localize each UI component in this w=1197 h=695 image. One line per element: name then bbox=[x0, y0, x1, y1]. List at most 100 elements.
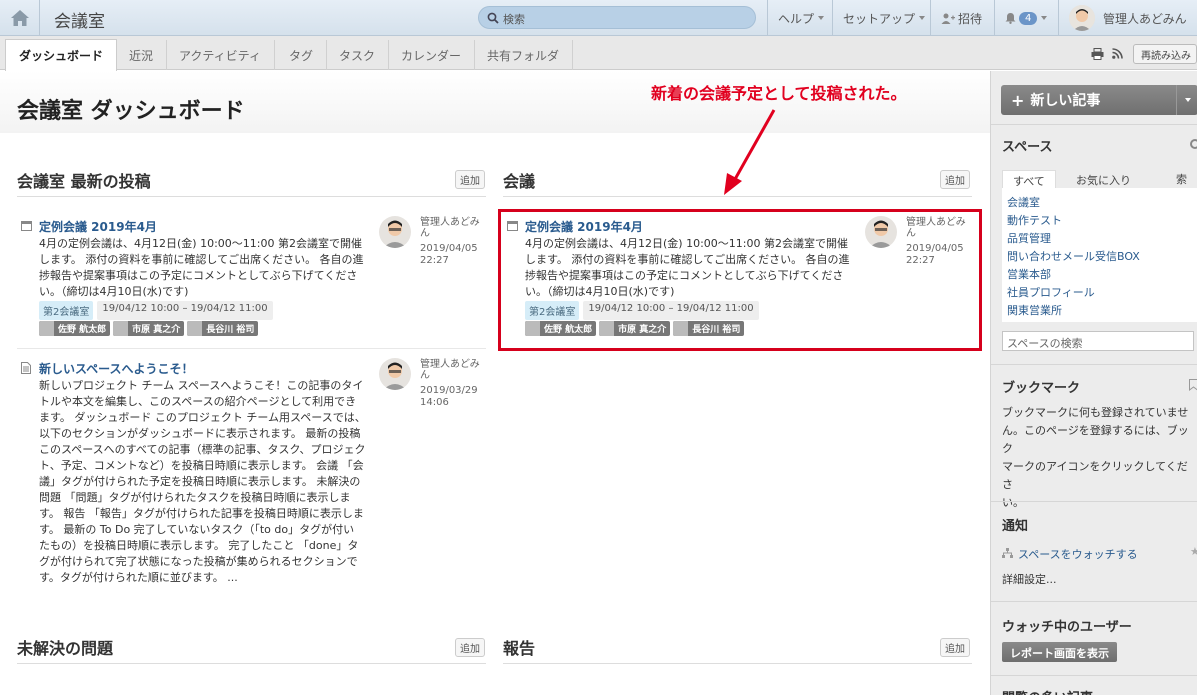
tab-shared-folder[interactable]: 共有フォルダ bbox=[474, 40, 574, 70]
space-link[interactable]: 営業本部 bbox=[1007, 266, 1193, 284]
space-link[interactable]: 関東営業所 bbox=[1007, 302, 1193, 320]
event-tags: 第2会議室 19/04/12 10:00 – 19/04/12 11:00 bbox=[39, 301, 273, 320]
author-avatar[interactable] bbox=[379, 216, 411, 248]
post-body-line: ます。 ダッシュボード このプロジェクト チーム用スペースでは、 bbox=[39, 411, 366, 424]
invite-button[interactable]: 招待 bbox=[930, 0, 992, 36]
divider bbox=[991, 601, 1197, 602]
search-placeholder: 検索 bbox=[503, 13, 525, 26]
bookmarks-text-line: ブックマークに何も登録されていませ bbox=[1002, 406, 1189, 419]
attendee-avatar bbox=[187, 321, 203, 336]
home-icon bbox=[10, 10, 29, 26]
post-body-line: す。 報告 「報告」タグが付けられた記事を投稿日時順に表示しま bbox=[39, 507, 364, 520]
new-article-dropdown[interactable] bbox=[1176, 85, 1197, 115]
space-link[interactable]: 社員プロフィール bbox=[1007, 284, 1193, 302]
tab-recent[interactable]: 近況 bbox=[116, 40, 168, 70]
new-article-button[interactable]: + 新しい記事 bbox=[1001, 85, 1197, 115]
plus-icon: + bbox=[1011, 90, 1025, 110]
invite-label: 招待 bbox=[958, 11, 983, 26]
details-settings-link[interactable]: 詳細設定... bbox=[1002, 571, 1197, 589]
bookmarks-empty-text: ブックマークに何も登録されていませ ん。このページを登録するには、ブック マーク… bbox=[1002, 404, 1197, 512]
attendee-name: 市原 真之介 bbox=[132, 325, 181, 335]
document-icon bbox=[21, 362, 31, 374]
attendee-name: 佐野 航太郎 bbox=[58, 325, 107, 335]
home-button[interactable] bbox=[0, 0, 40, 36]
post-meeting-left: 定例会議 2019年4月 4月の定例会議は、4月12日(金) 10:00〜11:… bbox=[17, 216, 487, 342]
chevron-down-icon bbox=[1041, 16, 1048, 20]
add-issue-button[interactable]: 追加 bbox=[455, 638, 485, 657]
spaces-title: スペース bbox=[1002, 140, 1053, 155]
add-meeting-button[interactable]: 追加 bbox=[940, 170, 970, 189]
section-reports-title: 報告 bbox=[503, 639, 536, 658]
post-body-line: します。 添付の資料を事前に確認してご出席ください。 各自の進 bbox=[39, 253, 364, 266]
author-name[interactable]: 管理人あどみ ん bbox=[420, 217, 480, 239]
space-link[interactable]: 品質管理 bbox=[1007, 230, 1193, 248]
space-search-input[interactable]: スペースの検索 bbox=[1002, 331, 1194, 351]
add-report-button[interactable]: 追加 bbox=[940, 638, 970, 657]
space-link[interactable]: 問い合わせメール受信BOX bbox=[1007, 248, 1193, 266]
room-tag[interactable]: 第2会議室 bbox=[39, 301, 94, 320]
post-title-link[interactable]: 定例会議 2019年4月 bbox=[39, 218, 157, 235]
user-avatar bbox=[1069, 5, 1095, 31]
annotation-callout: 新着の会議予定として投稿された。 bbox=[651, 84, 907, 103]
post-body-line: 問題 「問題」タグが付けられたタスクを投稿日時順に表示しま bbox=[39, 491, 351, 504]
page-title: 会議室 ダッシュボード bbox=[17, 99, 245, 124]
watch-space-link[interactable]: スペースをウォッチする bbox=[1018, 546, 1138, 562]
post-body-line: 捗報告や提案事項はこの予定にコメントとしてぶら下げてくださ bbox=[39, 269, 358, 282]
space-link[interactable]: 動作テスト bbox=[1007, 212, 1193, 230]
tab-tags[interactable]: タグ bbox=[276, 40, 328, 70]
divider bbox=[17, 663, 486, 664]
chevron-down-icon bbox=[818, 16, 825, 20]
attendee-chip[interactable]: 佐野 航太郎 bbox=[39, 321, 111, 336]
post-body-line: 議」タグが付けられた予定を投稿日時順に表示します。 未解決の bbox=[39, 475, 361, 488]
tab-calendar[interactable]: カレンダー bbox=[388, 40, 476, 70]
post-date: 2019/03/29 bbox=[420, 385, 478, 396]
setup-label: セットアップ bbox=[843, 11, 916, 26]
divider bbox=[503, 663, 972, 664]
notifications-menu[interactable]: 4 bbox=[994, 0, 1057, 36]
section-issues-title: 未解決の問題 bbox=[17, 639, 114, 658]
show-report-button[interactable]: レポート画面を表示 bbox=[1002, 642, 1117, 662]
rss-icon[interactable] bbox=[1112, 48, 1123, 59]
tab-dashboard[interactable]: ダッシュボード bbox=[5, 39, 118, 71]
post-welcome: 新しいスペースへようこそ！ 新しいプロジェクト チーム スペースへようこそ！この… bbox=[17, 358, 487, 584]
tab-spaces-favorites[interactable]: お気に入り bbox=[1066, 170, 1141, 190]
post-body-line: 4月の定例会議は、4月12日(金) 10:00〜11:00 第2会議室で開催 bbox=[39, 237, 362, 250]
gear-icon[interactable] bbox=[1189, 138, 1197, 150]
post-body: 4月の定例会議は、4月12日(金) 10:00〜11:00 第2会議室で開催 し… bbox=[39, 236, 364, 300]
divider bbox=[991, 364, 1197, 365]
user-menu[interactable]: 管理人あどみん bbox=[1058, 0, 1197, 36]
post-title-link[interactable]: 新しいスペースへようこそ！ bbox=[39, 360, 194, 377]
reload-label: 再読み込み bbox=[1141, 50, 1191, 62]
new-article-label: 新しい記事 bbox=[1030, 93, 1101, 109]
divider bbox=[17, 348, 486, 349]
tab-activity[interactable]: アクティビティ bbox=[166, 40, 275, 70]
author-name[interactable]: 管理人あどみ ん bbox=[420, 359, 480, 381]
search-input[interactable]: 検索 bbox=[478, 6, 756, 29]
section-meetings-title: 会議 bbox=[503, 172, 536, 191]
author-avatar[interactable] bbox=[379, 358, 411, 390]
app-title[interactable]: 会議室 bbox=[54, 7, 105, 32]
star-icon[interactable]: ★ bbox=[1190, 545, 1197, 558]
watchers-title: ウォッチ中のユーザー bbox=[1002, 620, 1132, 635]
divider bbox=[991, 675, 1197, 676]
setup-menu[interactable]: セットアップ bbox=[832, 0, 935, 36]
main-content: 会議室 ダッシュボード 新着の会議予定として投稿された。 会議室 最新の投稿 追… bbox=[0, 71, 990, 695]
add-latest-button[interactable]: 追加 bbox=[455, 170, 485, 189]
tab-tasks[interactable]: タスク bbox=[326, 40, 390, 70]
post-body-line: 新しいプロジェクト チーム スペースへようこそ！この記事のタイ bbox=[39, 379, 364, 392]
event-date-range: 19/04/12 10:00 – 19/04/12 11:00 bbox=[97, 301, 273, 320]
help-menu[interactable]: ヘルプ bbox=[767, 0, 834, 36]
attendee-name: 長谷川 裕司 bbox=[206, 325, 255, 335]
popular-articles-title: 閲覧の多い記事 bbox=[1002, 687, 1093, 695]
notifications-title: 通知 bbox=[1002, 519, 1029, 534]
print-icon[interactable] bbox=[1091, 48, 1104, 60]
attendee-chip[interactable]: 長谷川 裕司 bbox=[187, 321, 259, 336]
attendee-chip[interactable]: 市原 真之介 bbox=[113, 321, 185, 336]
attendee-avatar bbox=[39, 321, 54, 336]
space-link[interactable]: 会議室 bbox=[1007, 194, 1193, 212]
reload-button[interactable]: 再読み込み bbox=[1133, 44, 1197, 64]
post-body-line: 以下のセクションがダッシュボードに表示されます。 最新の投稿 bbox=[39, 427, 361, 440]
notification-count-badge: 4 bbox=[1019, 11, 1038, 25]
bookmark-icon[interactable] bbox=[1189, 379, 1197, 391]
divider bbox=[991, 124, 1197, 125]
